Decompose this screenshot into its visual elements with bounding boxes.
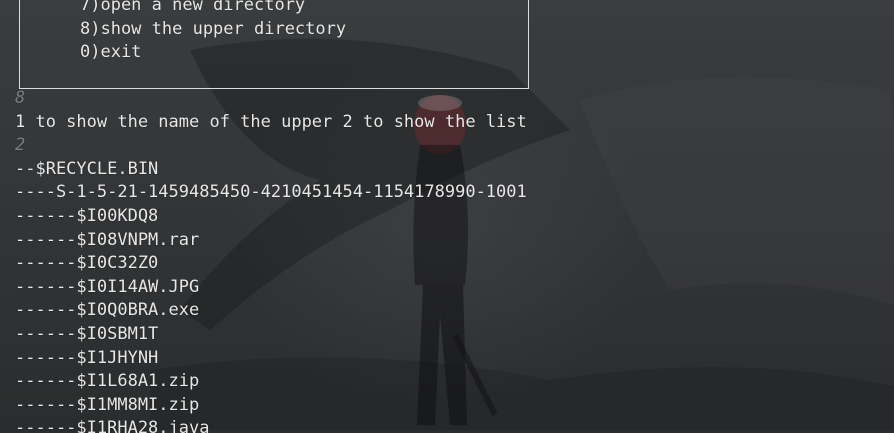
menu-item: 8)show the upper directory	[80, 18, 347, 39]
output-line: ----S-1-5-21-1459485450-4210451454-11541…	[15, 182, 527, 203]
menu-list: 7)open a new directory 8)show the upper …	[80, 0, 346, 65]
output-line: --$RECYCLE.BIN	[15, 158, 159, 179]
output-line: ------$I1MM8MI.zip	[15, 394, 200, 415]
output-line: ------$I1L68A1.zip	[15, 371, 200, 392]
output-line: ------$I1RHA28.java	[15, 418, 210, 433]
terminal-window[interactable]: 7)open a new directory 8)show the upper …	[0, 0, 894, 433]
output-line: 1 to show the name of the upper 2 to sho…	[15, 111, 527, 132]
output-line: ------$I00KDQ8	[15, 205, 159, 226]
terminal-output: 8 1 to show the name of the upper 2 to sh…	[15, 87, 527, 433]
output-line: ------$I0SBM1T	[15, 323, 159, 344]
output-line: ------$I0C32Z0	[15, 253, 159, 274]
user-input-line: 2	[15, 135, 26, 156]
user-input-line: 8	[15, 88, 26, 108]
menu-item: 0)exit	[80, 42, 142, 63]
output-line: ------$I0I14AW.JPG	[15, 276, 200, 297]
output-line: ------$I0Q0BRA.exe	[15, 300, 200, 321]
output-line: ------$I1JHYNH	[15, 347, 159, 368]
menu-item: 7)open a new directory	[80, 0, 306, 15]
output-line: ------$I08VNPM.rar	[15, 229, 200, 250]
